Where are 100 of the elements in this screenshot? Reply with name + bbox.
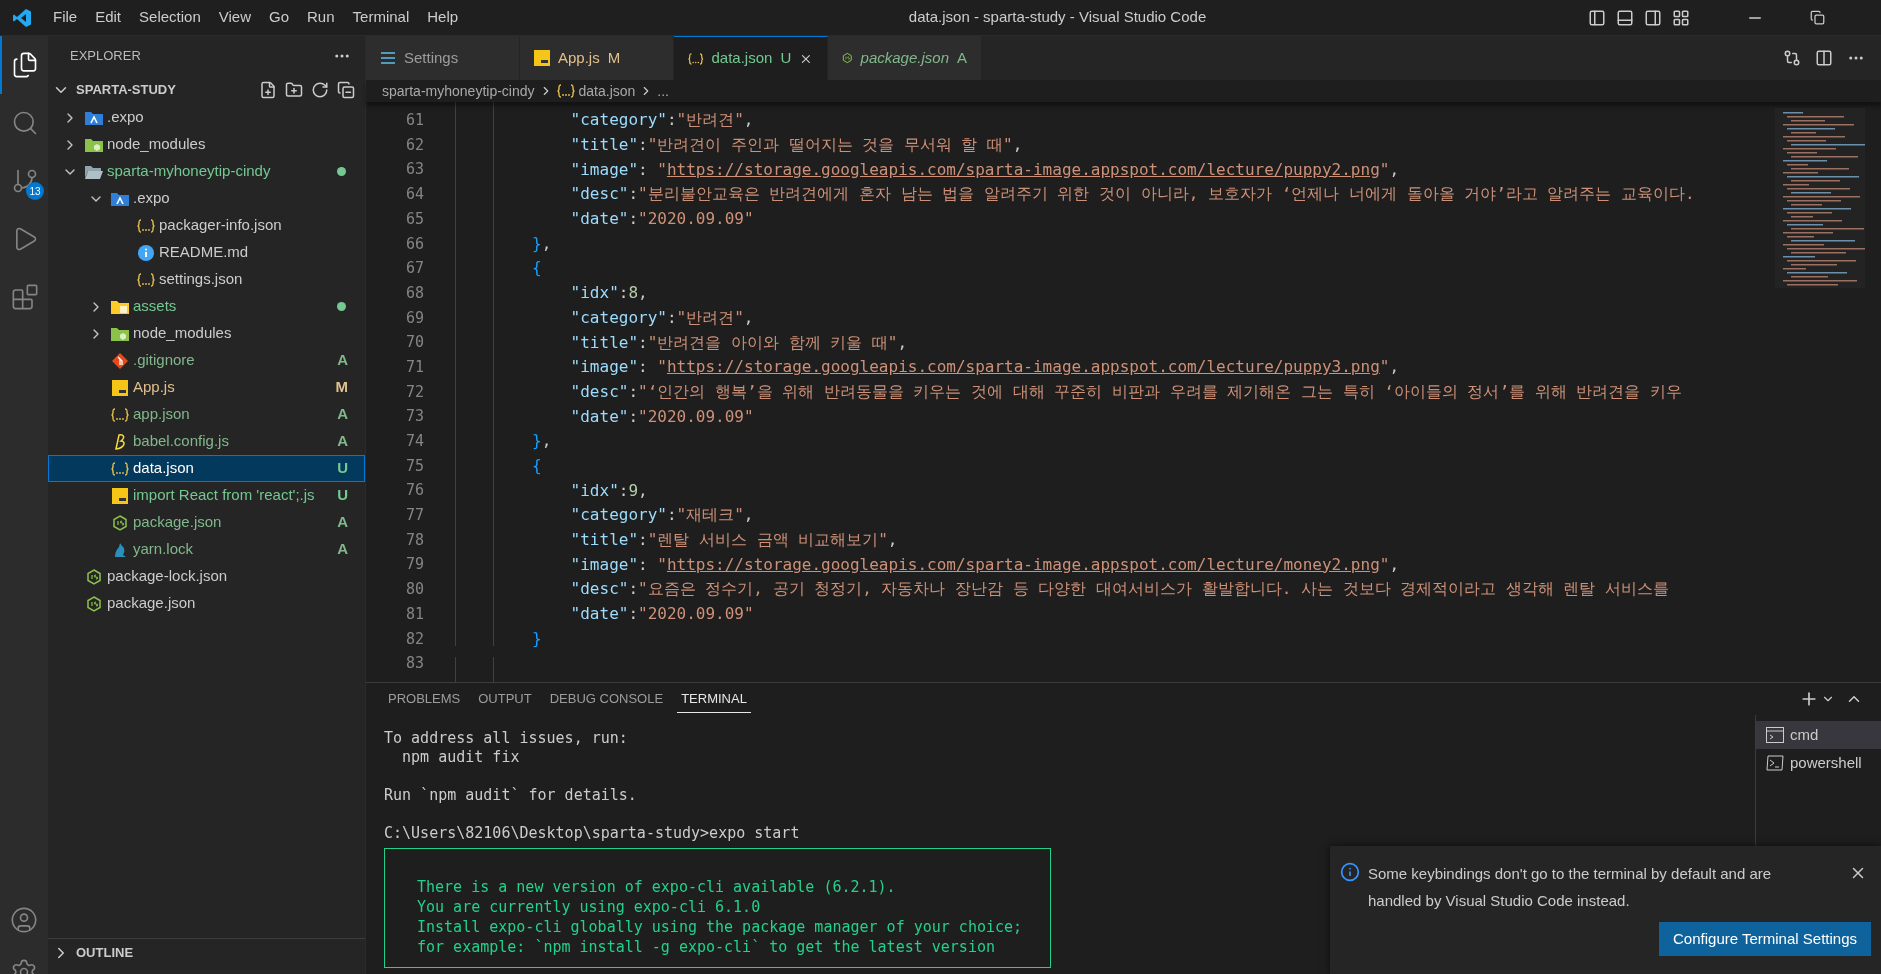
code-token: : xyxy=(628,603,639,626)
breadcrumb-item[interactable]: ... xyxy=(657,80,669,102)
tree-item[interactable]: assets xyxy=(48,293,365,320)
new-folder-icon[interactable] xyxy=(285,81,303,99)
new-file-icon[interactable] xyxy=(259,81,277,99)
tree-item[interactable]: node_modules xyxy=(48,131,365,158)
hexagon-icon xyxy=(112,514,128,531)
code-token: "desc" xyxy=(569,578,629,601)
git-status: A xyxy=(337,350,348,371)
square-file-icon xyxy=(112,379,128,396)
prompt-icon xyxy=(1766,755,1784,771)
shell-list-item[interactable]: powershell xyxy=(1756,749,1881,777)
editor-tab[interactable]: Settings xyxy=(366,36,520,80)
panel-tab[interactable]: TERMINAL xyxy=(677,684,751,714)
shell-list-item[interactable]: cmd xyxy=(1756,721,1881,749)
panel-tab[interactable]: OUTPUT xyxy=(474,684,536,714)
blocks-icon xyxy=(11,283,39,311)
breadcrumb-item[interactable]: sparta-myhoneytip-cindy xyxy=(382,80,535,102)
sidebar-toggle-icon[interactable] xyxy=(1588,8,1606,27)
code-token: "date" xyxy=(569,603,629,626)
terminal-line: Install expo-cli globally using the package manager of your choice; xyxy=(417,917,1024,937)
hexagon-icon xyxy=(842,50,853,66)
layout-icon[interactable] xyxy=(1672,8,1690,27)
code-token: : xyxy=(628,183,639,206)
line-number: 69 xyxy=(404,307,424,329)
restore-icon[interactable] xyxy=(1810,10,1825,25)
square-file-icon xyxy=(112,487,128,504)
tree-item[interactable]: app.json A xyxy=(48,401,365,428)
activity-item[interactable]: 13 xyxy=(0,152,48,210)
tree-item-label: package-lock.json xyxy=(107,566,229,587)
tree-item[interactable]: package-lock.json xyxy=(48,563,365,590)
tree-item[interactable]: .expo xyxy=(48,185,365,212)
tree-item[interactable]: .expo xyxy=(48,104,365,131)
tree-item[interactable]: node_modules xyxy=(48,320,365,347)
account-icon[interactable] xyxy=(10,906,38,934)
compare-icon[interactable] xyxy=(1783,49,1801,67)
shell-name: powershell xyxy=(1790,752,1862,773)
code-token: { xyxy=(531,257,542,280)
tree-item[interactable]: import React from 'react';.js U xyxy=(48,482,365,509)
editor-tab[interactable]: data.json U xyxy=(674,36,828,80)
tree-item[interactable]: README.md xyxy=(48,239,365,266)
folder-icon xyxy=(111,326,129,341)
section-header[interactable]: SPARTA-STUDY xyxy=(48,76,365,104)
collapse-all-icon[interactable] xyxy=(337,81,355,99)
code-token: "image" xyxy=(569,158,639,181)
tab-label: data.json xyxy=(711,48,773,69)
menu-item[interactable]: Edit xyxy=(86,6,131,29)
git-status: A xyxy=(337,404,348,425)
editor-tab[interactable]: App.js M xyxy=(520,36,674,80)
code-token: "2020.09.09" xyxy=(638,208,754,231)
menu-item[interactable]: View xyxy=(209,6,260,29)
editor-tab[interactable]: package.json A xyxy=(828,36,982,80)
tree-item[interactable]: App.js M xyxy=(48,374,365,401)
menu-item[interactable]: Selection xyxy=(130,6,210,29)
tree-item[interactable]: babel.config.js A xyxy=(48,428,365,455)
code-token: : xyxy=(666,504,677,527)
split-editor-icon[interactable] xyxy=(1815,49,1833,67)
breadcrumb-item[interactable]: data.json xyxy=(578,80,636,102)
menu-item[interactable]: Go xyxy=(260,6,298,29)
tree-item[interactable]: package.json A xyxy=(48,509,365,536)
folder-icon xyxy=(111,191,129,206)
code-link[interactable]: https://storage.googleapis.com/sparta-image.appspot.com/lecture/puppy2.png xyxy=(666,157,1380,182)
refresh-icon[interactable] xyxy=(311,81,329,99)
configure-button[interactable]: Configure Terminal Settings xyxy=(1659,922,1871,956)
code-token: : xyxy=(638,331,648,354)
code-token: 9 xyxy=(628,479,639,502)
tree-item-label: sparta-myhoneytip-cindy xyxy=(107,161,272,182)
code-token: : xyxy=(638,529,648,552)
code-token: "분리불안교육은 반려견에게 혼자 남는 법을 알려주기 위한 것이 아니라, 보호자가 ‘언제나 너에게 돌아올 거야’라고 알려주는 교육이다. xyxy=(638,183,1695,206)
tree-item-label: yarn.lock xyxy=(133,539,195,560)
tree-item[interactable]: packager-info.json xyxy=(48,212,365,239)
tree-item[interactable]: data.json U xyxy=(48,455,365,482)
panel-tab[interactable]: PROBLEMS xyxy=(384,684,465,714)
code-token: : xyxy=(638,134,648,157)
panel-tab[interactable]: DEBUG CONSOLE xyxy=(545,684,668,714)
outline-header[interactable]: OUTLINE xyxy=(48,938,365,966)
code-link[interactable]: https://storage.googleapis.com/sparta-image.appspot.com/lecture/puppy3.png xyxy=(666,355,1380,380)
tree-item-label: App.js xyxy=(133,377,176,398)
menu-item[interactable]: Run xyxy=(298,6,344,29)
menu-item[interactable]: Terminal xyxy=(343,6,419,29)
panel-toggle-icon[interactable] xyxy=(1616,8,1634,27)
code-token: "‘인간의 행복’을 위해 반려동물을 키우는 것에 대해 꾸준히 비판과 우려를 제기해온 그는 특히 ‘아이들의 정서’를 위해 반려견을 키우 xyxy=(638,380,1682,403)
code-token: : xyxy=(638,553,649,576)
lines-icon xyxy=(380,51,396,65)
braces-icon xyxy=(111,407,129,422)
tab-label: App.js xyxy=(558,47,600,68)
code-token: : xyxy=(628,405,639,428)
tree-item[interactable]: yarn.lock A xyxy=(48,536,365,563)
secondary-sidebar-icon[interactable] xyxy=(1644,8,1662,27)
tree-item[interactable]: sparta-myhoneytip-cindy xyxy=(48,158,365,185)
git-status: M xyxy=(335,377,348,398)
tree-item[interactable]: package.json xyxy=(48,590,365,617)
line-number: 61 xyxy=(404,110,424,132)
code-link[interactable]: https://storage.googleapis.com/sparta-image.appspot.com/lecture/money2.png xyxy=(666,552,1380,577)
git-status: A xyxy=(337,512,348,533)
tree-item[interactable]: settings.json xyxy=(48,266,365,293)
code-token: } xyxy=(531,232,542,255)
menu-item[interactable]: Help xyxy=(418,6,468,29)
tree-item[interactable]: .gitignore A xyxy=(48,347,365,374)
menu-item[interactable]: File xyxy=(44,6,87,29)
